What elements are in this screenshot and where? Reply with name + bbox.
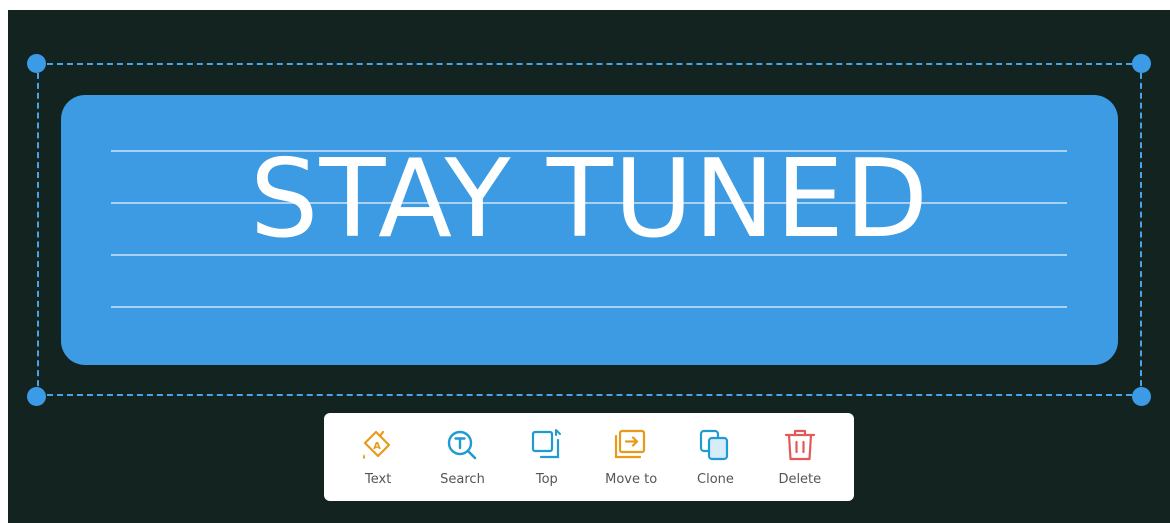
resize-handle-top-left[interactable] (27, 54, 46, 73)
delete-button[interactable]: Delete (758, 417, 842, 497)
context-toolbar: A Text Search Top Move to Clone Delete (324, 413, 854, 501)
search-button[interactable]: Search (420, 417, 504, 497)
clone-icon (700, 429, 729, 461)
search-text-icon (448, 430, 477, 460)
delete-icon (784, 429, 815, 461)
sticky-note-text[interactable]: STAY TUNED (61, 135, 1118, 265)
bring-to-top-icon (531, 429, 561, 459)
search-button-label: Search (440, 472, 485, 487)
ruled-line (111, 306, 1067, 308)
resize-handle-bottom-left[interactable] (27, 387, 46, 406)
top-button[interactable]: Top (505, 417, 589, 497)
move-to-button-label: Move to (605, 472, 658, 487)
svg-text:A: A (373, 441, 381, 452)
text-style-icon: A (363, 430, 391, 459)
text-button-label: Text (365, 472, 392, 487)
text-button[interactable]: A Text (336, 417, 420, 497)
resize-handle-bottom-right[interactable] (1132, 387, 1151, 406)
move-to-icon (615, 429, 646, 459)
delete-button-label: Delete (778, 472, 822, 487)
top-button-label: Top (535, 472, 558, 487)
whiteboard-canvas[interactable]: STAY TUNED A Text Search Top Move to Clo… (8, 10, 1170, 523)
resize-handle-top-right[interactable] (1132, 54, 1151, 73)
move-to-button[interactable]: Move to (589, 417, 673, 497)
clone-button-label: Clone (697, 472, 734, 487)
sticky-note[interactable]: STAY TUNED (61, 95, 1118, 365)
clone-button[interactable]: Clone (673, 417, 757, 497)
